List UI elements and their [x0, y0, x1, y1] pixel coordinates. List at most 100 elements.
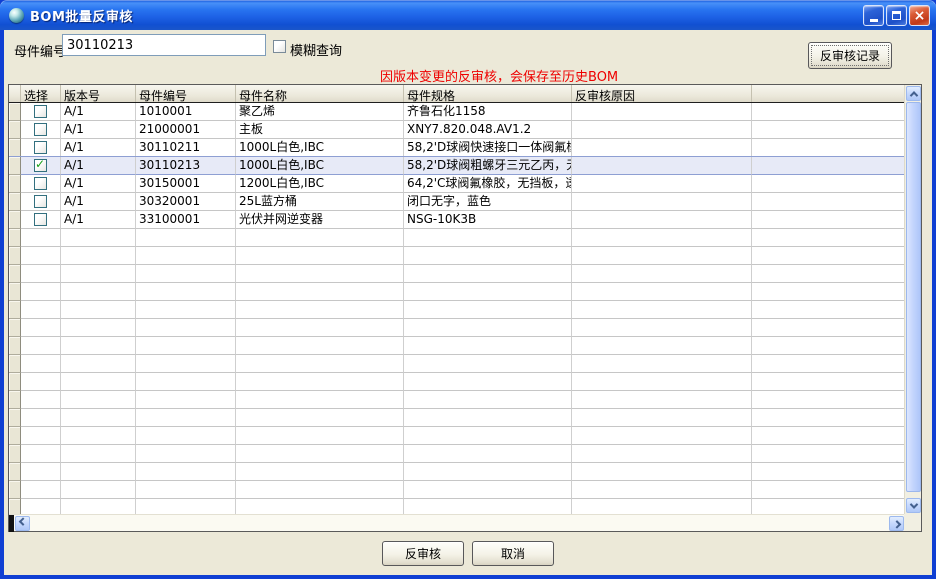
empty-cell: [752, 499, 905, 514]
empty-cell: [61, 229, 136, 247]
client-area: 母件编号 模糊查询 反审核记录 因版本变更的反审核，会保存至历史BOM 选择版本…: [4, 30, 932, 575]
column-header[interactable]: 反审核原因: [572, 85, 752, 102]
column-header[interactable]: 版本号: [61, 85, 136, 102]
empty-cell: [572, 337, 752, 355]
empty-cell: [572, 445, 752, 463]
empty-cell: [404, 391, 572, 409]
empty-table-row: [9, 481, 905, 499]
table-row[interactable]: A/121000001主板XNY7.820.048.AV1.2: [9, 121, 905, 139]
row-checkbox[interactable]: [34, 105, 47, 118]
empty-cell: [21, 301, 61, 319]
table-row[interactable]: A/1301102111000L白色,IBC58,2'D球阀快速接口一体阀氟橡: [9, 139, 905, 157]
table-row[interactable]: A/133100001光伏并网逆变器NSG-10K3B: [9, 211, 905, 229]
cell-name: 1000L白色,IBC: [236, 139, 404, 157]
row-select-cell: [21, 103, 61, 121]
column-header[interactable]: 母件编号: [136, 85, 236, 102]
column-header[interactable]: 母件规格: [404, 85, 572, 102]
cell-version: A/1: [61, 121, 136, 139]
empty-cell: [572, 463, 752, 481]
scroll-down-button[interactable]: [906, 498, 921, 513]
empty-table-row: [9, 247, 905, 265]
horizontal-scrollbar[interactable]: [9, 514, 904, 531]
empty-cell: [136, 301, 236, 319]
scroll-up-button[interactable]: [906, 86, 921, 101]
empty-cell: [61, 319, 136, 337]
row-checkbox[interactable]: [34, 177, 47, 190]
scroll-right-button[interactable]: [889, 516, 904, 531]
row-header-cell: [9, 265, 21, 283]
table-row[interactable]: A/11010001聚乙烯齐鲁石化1158: [9, 103, 905, 121]
unaudit-history-button[interactable]: 反审核记录: [808, 42, 892, 69]
column-header-blank: [752, 85, 905, 102]
maximize-button[interactable]: [886, 5, 907, 26]
parent-code-input[interactable]: [62, 34, 266, 56]
empty-cell: [136, 463, 236, 481]
empty-cell: [404, 373, 572, 391]
cell-spec: XNY7.820.048.AV1.2: [404, 121, 572, 139]
warning-text: 因版本变更的反审核，会保存至历史BOM: [380, 66, 618, 85]
empty-cell: [572, 409, 752, 427]
vertical-scrollbar[interactable]: [904, 85, 921, 514]
empty-cell: [752, 355, 905, 373]
column-header[interactable]: 母件名称: [236, 85, 404, 102]
empty-cell: [61, 283, 136, 301]
minimize-button[interactable]: [863, 5, 884, 26]
scroll-left-button[interactable]: [15, 516, 30, 531]
row-checkbox[interactable]: [34, 213, 47, 226]
unaudit-button[interactable]: 反审核: [382, 541, 464, 566]
row-select-cell: [21, 121, 61, 139]
close-button[interactable]: ×: [909, 5, 930, 26]
row-checkbox[interactable]: [34, 123, 47, 136]
empty-cell: [21, 391, 61, 409]
grid-header: 选择版本号母件编号母件名称母件规格反审核原因: [9, 85, 905, 103]
row-header-cell: [9, 301, 21, 319]
table-row[interactable]: A/13032000125L蓝方桶闭口无字，蓝色: [9, 193, 905, 211]
empty-cell: [236, 229, 404, 247]
empty-cell: [752, 409, 905, 427]
row-checkbox[interactable]: [34, 195, 47, 208]
empty-cell: [572, 265, 752, 283]
empty-cell: [21, 355, 61, 373]
vertical-scroll-thumb[interactable]: [906, 102, 921, 492]
empty-cell: [752, 463, 905, 481]
row-checkbox-checked[interactable]: ✓: [34, 159, 47, 172]
empty-cell: [752, 373, 905, 391]
row-header-cell: [9, 247, 21, 265]
empty-cell: [61, 409, 136, 427]
table-row[interactable]: A/1301500011200L白色,IBC64,2'C球阀氟橡胶，无挡板，透: [9, 175, 905, 193]
empty-cell: [136, 427, 236, 445]
empty-cell: [752, 283, 905, 301]
column-header[interactable]: 选择: [21, 85, 61, 102]
empty-cell: [236, 373, 404, 391]
empty-cell: [21, 427, 61, 445]
row-header-cell: [9, 463, 21, 481]
cell-blank: [752, 139, 905, 157]
row-header-cell: [9, 481, 21, 499]
chevron-right-icon: [892, 520, 900, 528]
empty-cell: [572, 283, 752, 301]
row-header-cell: [9, 427, 21, 445]
cancel-button[interactable]: 取消: [472, 541, 554, 566]
cell-version: A/1: [61, 175, 136, 193]
horizontal-scroll-thumb[interactable]: [9, 515, 14, 532]
empty-cell: [136, 373, 236, 391]
empty-cell: [136, 355, 236, 373]
empty-cell: [404, 355, 572, 373]
row-header-cell: [9, 445, 21, 463]
empty-cell: [61, 337, 136, 355]
empty-cell: [21, 409, 61, 427]
row-checkbox[interactable]: [34, 141, 47, 154]
fuzzy-search-checkbox[interactable]: [273, 40, 286, 53]
empty-cell: [404, 445, 572, 463]
empty-cell: [236, 409, 404, 427]
empty-cell: [404, 247, 572, 265]
title-bar[interactable]: BOM批量反审核 ×: [0, 0, 936, 30]
empty-table-row: [9, 445, 905, 463]
cell-blank: [752, 211, 905, 229]
row-header-cell: [9, 193, 21, 211]
empty-table-row: [9, 373, 905, 391]
cell-spec: 64,2'C球阀氟橡胶，无挡板，透: [404, 175, 572, 193]
table-row[interactable]: ✓A/1301102131000L白色,IBC58,2'D球阀粗螺牙三元乙丙，无: [9, 157, 905, 175]
empty-cell: [404, 337, 572, 355]
cell-reason: [572, 121, 752, 139]
